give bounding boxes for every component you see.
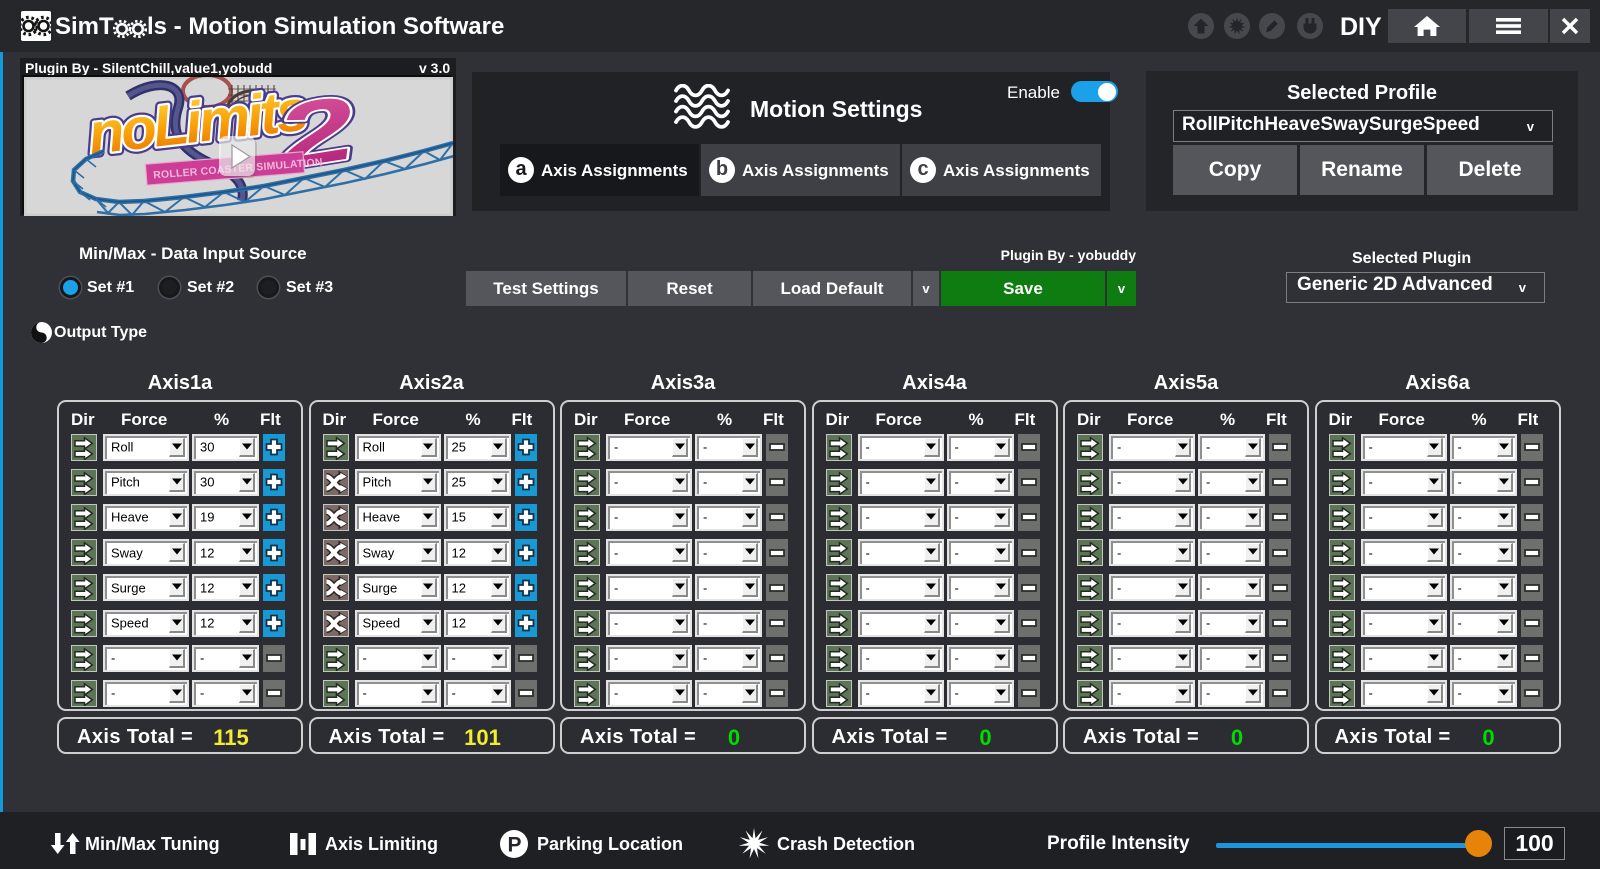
svg-text:P: P [507, 834, 521, 857]
